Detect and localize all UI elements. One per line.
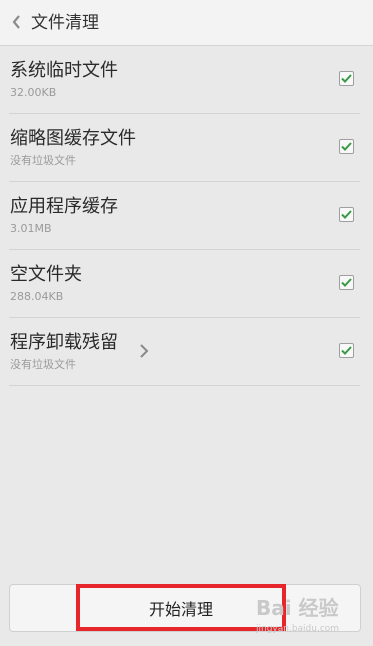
list-item-temp-files[interactable]: 系统临时文件 32.00KB [9,46,360,114]
check-icon [341,74,352,83]
item-title: 缩略图缓存文件 [10,128,136,149]
item-size: 32.00KB [10,86,57,99]
check-icon [341,278,352,287]
watermark-url: jingyan.baidu.com [256,624,340,634]
page-title: 文件清理 [31,13,99,33]
item-checkbox[interactable] [339,139,354,154]
item-title: 系统临时文件 [10,60,118,81]
watermark-logo: Bai 经验 [256,596,339,620]
chevron-right-icon[interactable] [139,344,149,358]
check-icon [341,210,352,219]
back-chevron-icon [12,15,20,29]
cleanup-list: 系统临时文件 32.00KB 缩略图缓存文件 没有垃圾文件 应用程序缓存 3.0… [0,46,373,386]
start-cleanup-label: 开始清理 [148,599,213,619]
item-size: 没有垃圾文件 [10,358,76,371]
item-checkbox[interactable] [339,343,354,358]
item-checkbox[interactable] [339,71,354,86]
item-title: 程序卸载残留 [10,332,118,353]
item-size: 3.01MB [10,222,52,235]
item-title: 空文件夹 [10,264,82,285]
list-item-thumbnail-cache[interactable]: 缩略图缓存文件 没有垃圾文件 [9,114,360,182]
item-title: 应用程序缓存 [10,196,118,217]
check-icon [341,346,352,355]
list-item-app-cache[interactable]: 应用程序缓存 3.01MB [9,182,360,250]
start-cleanup-button[interactable]: 开始清理 [76,584,286,631]
item-checkbox[interactable] [339,207,354,222]
item-size: 没有垃圾文件 [10,154,76,167]
back-button[interactable] [10,12,22,32]
item-checkbox[interactable] [339,275,354,290]
title-bar: 文件清理 [0,0,373,46]
item-size: 288.04KB [10,290,64,303]
check-icon [341,142,352,151]
list-item-empty-folders[interactable]: 空文件夹 288.04KB [9,250,360,318]
list-item-uninstall-residue[interactable]: 程序卸载残留 没有垃圾文件 [9,318,360,386]
